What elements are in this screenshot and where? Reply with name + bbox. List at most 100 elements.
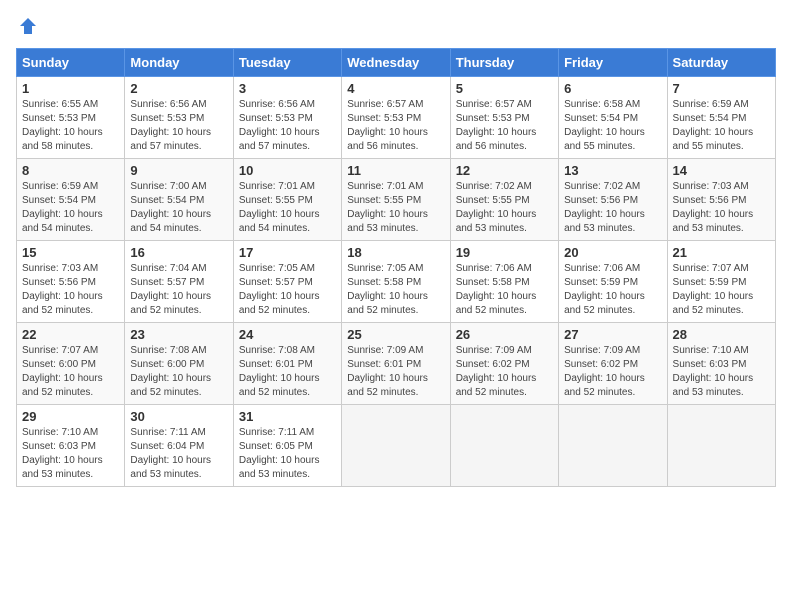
day-number: 21 — [673, 245, 770, 260]
calendar-body: 1 Sunrise: 6:55 AM Sunset: 5:53 PM Daylig… — [17, 77, 776, 487]
weekday-header-sunday: Sunday — [17, 49, 125, 77]
day-number: 31 — [239, 409, 336, 424]
day-number: 7 — [673, 81, 770, 96]
day-info: Sunrise: 7:08 AM Sunset: 6:00 PM Dayligh… — [130, 344, 227, 400]
day-info: Sunrise: 7:06 AM Sunset: 5:59 PM Dayligh… — [564, 262, 661, 318]
calendar-week-1: 1 Sunrise: 6:55 AM Sunset: 5:53 PM Daylig… — [17, 77, 776, 159]
calendar-week-3: 15 Sunrise: 7:03 AM Sunset: 5:56 PM Dayli… — [17, 241, 776, 323]
day-number: 25 — [347, 327, 444, 342]
day-info: Sunrise: 6:58 AM Sunset: 5:54 PM Dayligh… — [564, 98, 661, 154]
calendar-cell: 31Sunrise: 7:11 AM Sunset: 6:05 PM Dayli… — [233, 405, 341, 487]
day-info: Sunrise: 7:04 AM Sunset: 5:57 PM Dayligh… — [130, 262, 227, 318]
weekday-header-wednesday: Wednesday — [342, 49, 450, 77]
calendar-cell: 27 Sunrise: 7:09 AM Sunset: 6:02 PM Dayli… — [559, 323, 667, 405]
calendar-cell: 6 Sunrise: 6:58 AM Sunset: 5:54 PM Daylig… — [559, 77, 667, 159]
day-number: 6 — [564, 81, 661, 96]
day-number: 17 — [239, 245, 336, 260]
logo-icon — [18, 16, 38, 36]
calendar-table: SundayMondayTuesdayWednesdayThursdayFrid… — [16, 48, 776, 487]
calendar-cell — [450, 405, 558, 487]
day-number: 26 — [456, 327, 553, 342]
logo — [16, 16, 38, 36]
weekday-header-tuesday: Tuesday — [233, 49, 341, 77]
calendar-cell: 13Sunrise: 7:02 AM Sunset: 5:56 PM Dayli… — [559, 159, 667, 241]
calendar-cell: 24 Sunrise: 7:08 AM Sunset: 6:01 PM Dayli… — [233, 323, 341, 405]
day-info: Sunrise: 7:09 AM Sunset: 6:02 PM Dayligh… — [456, 344, 553, 400]
day-number: 4 — [347, 81, 444, 96]
day-info: Sunrise: 7:06 AM Sunset: 5:58 PM Dayligh… — [456, 262, 553, 318]
calendar-cell: 26 Sunrise: 7:09 AM Sunset: 6:02 PM Dayli… — [450, 323, 558, 405]
day-number: 27 — [564, 327, 661, 342]
weekday-header-row: SundayMondayTuesdayWednesdayThursdayFrid… — [17, 49, 776, 77]
day-number: 15 — [22, 245, 119, 260]
day-info: Sunrise: 7:08 AM Sunset: 6:01 PM Dayligh… — [239, 344, 336, 400]
calendar-cell: 1 Sunrise: 6:55 AM Sunset: 5:53 PM Daylig… — [17, 77, 125, 159]
day-number: 3 — [239, 81, 336, 96]
day-number: 13 — [564, 163, 661, 178]
day-number: 12 — [456, 163, 553, 178]
day-number: 11 — [347, 163, 444, 178]
calendar-cell: 9Sunrise: 7:00 AM Sunset: 5:54 PM Daylig… — [125, 159, 233, 241]
day-number: 24 — [239, 327, 336, 342]
calendar-week-5: 29 Sunrise: 7:10 AM Sunset: 6:03 PM Dayli… — [17, 405, 776, 487]
day-number: 14 — [673, 163, 770, 178]
day-number: 23 — [130, 327, 227, 342]
calendar-cell: 21 Sunrise: 7:07 AM Sunset: 5:59 PM Dayli… — [667, 241, 775, 323]
calendar-cell: 30 Sunrise: 7:11 AM Sunset: 6:04 PM Dayli… — [125, 405, 233, 487]
day-info: Sunrise: 7:10 AM Sunset: 6:03 PM Dayligh… — [673, 344, 770, 400]
calendar-cell: 5Sunrise: 6:57 AM Sunset: 5:53 PM Daylig… — [450, 77, 558, 159]
calendar-cell: 20 Sunrise: 7:06 AM Sunset: 5:59 PM Dayli… — [559, 241, 667, 323]
calendar-cell: 8Sunrise: 6:59 AM Sunset: 5:54 PM Daylig… — [17, 159, 125, 241]
calendar-cell: 18 Sunrise: 7:05 AM Sunset: 5:58 PM Dayli… — [342, 241, 450, 323]
day-info: Sunrise: 6:57 AM Sunset: 5:53 PM Dayligh… — [456, 98, 553, 154]
day-info: Sunrise: 7:01 AM Sunset: 5:55 PM Dayligh… — [347, 180, 444, 236]
weekday-header-saturday: Saturday — [667, 49, 775, 77]
page-header — [16, 16, 776, 36]
calendar-cell: 7Sunrise: 6:59 AM Sunset: 5:54 PM Daylig… — [667, 77, 775, 159]
day-number: 1 — [22, 81, 119, 96]
day-info: Sunrise: 6:56 AM Sunset: 5:53 PM Dayligh… — [239, 98, 336, 154]
calendar-week-4: 22 Sunrise: 7:07 AM Sunset: 6:00 PM Dayli… — [17, 323, 776, 405]
day-info: Sunrise: 6:57 AM Sunset: 5:53 PM Dayligh… — [347, 98, 444, 154]
calendar-week-2: 8Sunrise: 6:59 AM Sunset: 5:54 PM Daylig… — [17, 159, 776, 241]
calendar-cell: 3 Sunrise: 6:56 AM Sunset: 5:53 PM Daylig… — [233, 77, 341, 159]
day-number: 22 — [22, 327, 119, 342]
day-number: 8 — [22, 163, 119, 178]
day-info: Sunrise: 7:11 AM Sunset: 6:04 PM Dayligh… — [130, 426, 227, 482]
calendar-cell: 29 Sunrise: 7:10 AM Sunset: 6:03 PM Dayli… — [17, 405, 125, 487]
day-info: Sunrise: 7:03 AM Sunset: 5:56 PM Dayligh… — [673, 180, 770, 236]
day-number: 10 — [239, 163, 336, 178]
calendar-cell: 2Sunrise: 6:56 AM Sunset: 5:53 PM Daylig… — [125, 77, 233, 159]
day-info: Sunrise: 7:02 AM Sunset: 5:55 PM Dayligh… — [456, 180, 553, 236]
day-number: 20 — [564, 245, 661, 260]
calendar-cell: 17Sunrise: 7:05 AM Sunset: 5:57 PM Dayli… — [233, 241, 341, 323]
day-info: Sunrise: 7:01 AM Sunset: 5:55 PM Dayligh… — [239, 180, 336, 236]
day-number: 2 — [130, 81, 227, 96]
day-info: Sunrise: 7:07 AM Sunset: 6:00 PM Dayligh… — [22, 344, 119, 400]
day-number: 29 — [22, 409, 119, 424]
weekday-header-friday: Friday — [559, 49, 667, 77]
day-info: Sunrise: 7:05 AM Sunset: 5:58 PM Dayligh… — [347, 262, 444, 318]
calendar-cell: 25 Sunrise: 7:09 AM Sunset: 6:01 PM Dayli… — [342, 323, 450, 405]
calendar-cell: 4 Sunrise: 6:57 AM Sunset: 5:53 PM Daylig… — [342, 77, 450, 159]
day-info: Sunrise: 7:09 AM Sunset: 6:01 PM Dayligh… — [347, 344, 444, 400]
calendar-cell: 11 Sunrise: 7:01 AM Sunset: 5:55 PM Dayli… — [342, 159, 450, 241]
calendar-cell — [667, 405, 775, 487]
day-number: 19 — [456, 245, 553, 260]
day-number: 30 — [130, 409, 227, 424]
day-number: 16 — [130, 245, 227, 260]
calendar-cell: 16 Sunrise: 7:04 AM Sunset: 5:57 PM Dayli… — [125, 241, 233, 323]
day-info: Sunrise: 7:07 AM Sunset: 5:59 PM Dayligh… — [673, 262, 770, 318]
day-info: Sunrise: 7:03 AM Sunset: 5:56 PM Dayligh… — [22, 262, 119, 318]
calendar-cell: 23 Sunrise: 7:08 AM Sunset: 6:00 PM Dayli… — [125, 323, 233, 405]
day-info: Sunrise: 6:55 AM Sunset: 5:53 PM Dayligh… — [22, 98, 119, 154]
calendar-cell: 10 Sunrise: 7:01 AM Sunset: 5:55 PM Dayli… — [233, 159, 341, 241]
calendar-cell: 12 Sunrise: 7:02 AM Sunset: 5:55 PM Dayli… — [450, 159, 558, 241]
calendar-cell: 28Sunrise: 7:10 AM Sunset: 6:03 PM Dayli… — [667, 323, 775, 405]
day-info: Sunrise: 7:09 AM Sunset: 6:02 PM Dayligh… — [564, 344, 661, 400]
day-info: Sunrise: 7:10 AM Sunset: 6:03 PM Dayligh… — [22, 426, 119, 482]
calendar-cell: 19 Sunrise: 7:06 AM Sunset: 5:58 PM Dayli… — [450, 241, 558, 323]
day-number: 9 — [130, 163, 227, 178]
day-number: 18 — [347, 245, 444, 260]
calendar-cell: 15 Sunrise: 7:03 AM Sunset: 5:56 PM Dayli… — [17, 241, 125, 323]
